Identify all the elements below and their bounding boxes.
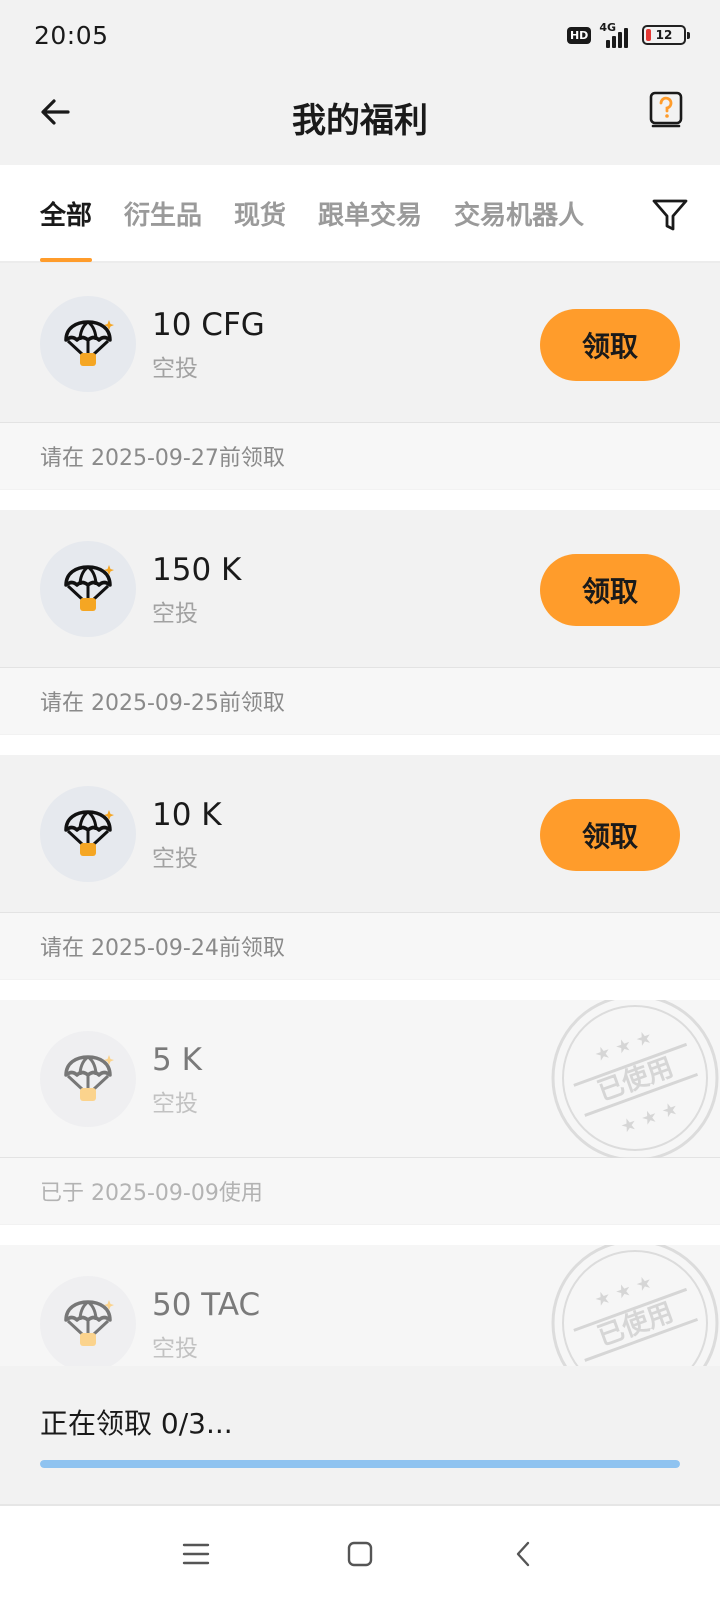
airdrop-avatar [40,786,136,882]
airdrop-avatar [40,541,136,637]
parachute-icon [64,565,114,611]
arrow-left-icon [41,99,70,125]
home-square-icon [347,1541,373,1567]
signal-icon: 4G [599,22,628,48]
reward-card: 10 K 空投 领取 请在 2025-09-24前领取 [0,755,720,979]
card-divider [0,490,720,510]
filter-funnel-icon [652,199,688,231]
reward-amount: 5 K [152,1042,202,1078]
reward-amount: 10 CFG [152,307,265,343]
tab-derivatives[interactable]: 衍生品 [124,164,202,262]
airdrop-avatar [40,1276,136,1372]
claim-progress-text: 正在领取 0/3... [40,1407,233,1440]
claim-progress-bar [40,1460,680,1468]
reward-card-used: 5 K 空投 已使用 ★ ★ ★ ★ ★ ★ 已于 2025-09-09使用 [0,1000,720,1224]
parachute-icon [64,1300,114,1346]
card-divider [0,735,720,755]
nav-menu-button[interactable] [178,1536,214,1572]
nav-back-button[interactable] [506,1536,542,1572]
reward-deadline: 请在 2025-09-24前领取 [0,913,720,979]
card-divider [0,980,720,1000]
battery-level: 12 [655,28,673,42]
tab-copy-trading[interactable]: 跟单交易 [318,164,422,262]
reward-amount: 150 K [152,552,242,588]
claim-button[interactable]: 领取 [540,554,680,626]
back-button[interactable] [36,92,76,132]
status-bar: 20:05 HD 4G 12 [0,0,720,70]
status-icons: HD 4G 12 [566,22,690,48]
parachute-icon [64,810,114,856]
reward-type: 空投 [152,846,198,872]
airdrop-avatar [40,296,136,392]
app-header: 我的福利 [0,70,720,165]
help-book-icon [649,91,683,128]
battery-icon: 12 [642,25,690,45]
reward-type: 空投 [152,601,198,627]
parachute-icon [64,1055,114,1101]
reward-deadline: 请在 2025-09-27前领取 [0,423,720,489]
used-stamp-icon: 已使用 ★ ★ ★ ★ ★ ★ [540,1000,720,1158]
card-divider [0,1225,720,1245]
parachute-icon [64,320,114,366]
nav-home-button[interactable] [342,1536,378,1572]
page-title: 我的福利 [292,101,428,141]
battery-fill [646,29,651,41]
svg-text:★ ★ ★: ★ ★ ★ [618,1098,681,1138]
reward-type: 空投 [152,356,198,382]
reward-type: 空投 [152,1336,198,1362]
claim-progress-fill [40,1460,680,1468]
system-nav-bar [0,1506,720,1600]
reward-type: 空投 [152,1091,198,1117]
airdrop-avatar [40,1031,136,1127]
menu-icon [182,1543,210,1565]
claim-button[interactable]: 领取 [540,309,680,381]
hd-badge: HD [566,26,592,44]
tab-all[interactable]: 全部 [40,164,93,262]
tab-spot[interactable]: 现货 [234,164,286,262]
filter-button[interactable] [650,195,690,235]
status-time: 20:05 [34,20,109,50]
category-tabs: 全部 衍生品 现货 跟单交易 交易机器人 [0,165,720,263]
reward-card: 10 CFG 空投 领取 请在 2025-09-27前领取 [0,265,720,489]
tab-trading-bots[interactable]: 交易机器人 [454,164,584,262]
reward-deadline: 请在 2025-09-25前领取 [0,668,720,734]
reward-used-date: 已于 2025-09-09使用 [0,1158,720,1224]
reward-amount: 50 TAC [152,1287,261,1323]
back-chevron-icon [516,1541,530,1567]
reward-card: 150 K 空投 领取 请在 2025-09-25前领取 [0,510,720,734]
claim-button[interactable]: 领取 [540,799,680,871]
claim-progress-panel: 正在领取 0/3... [0,1366,720,1506]
help-button[interactable] [646,90,686,130]
reward-amount: 10 K [152,797,222,833]
network-type-label: 4G [599,21,616,34]
